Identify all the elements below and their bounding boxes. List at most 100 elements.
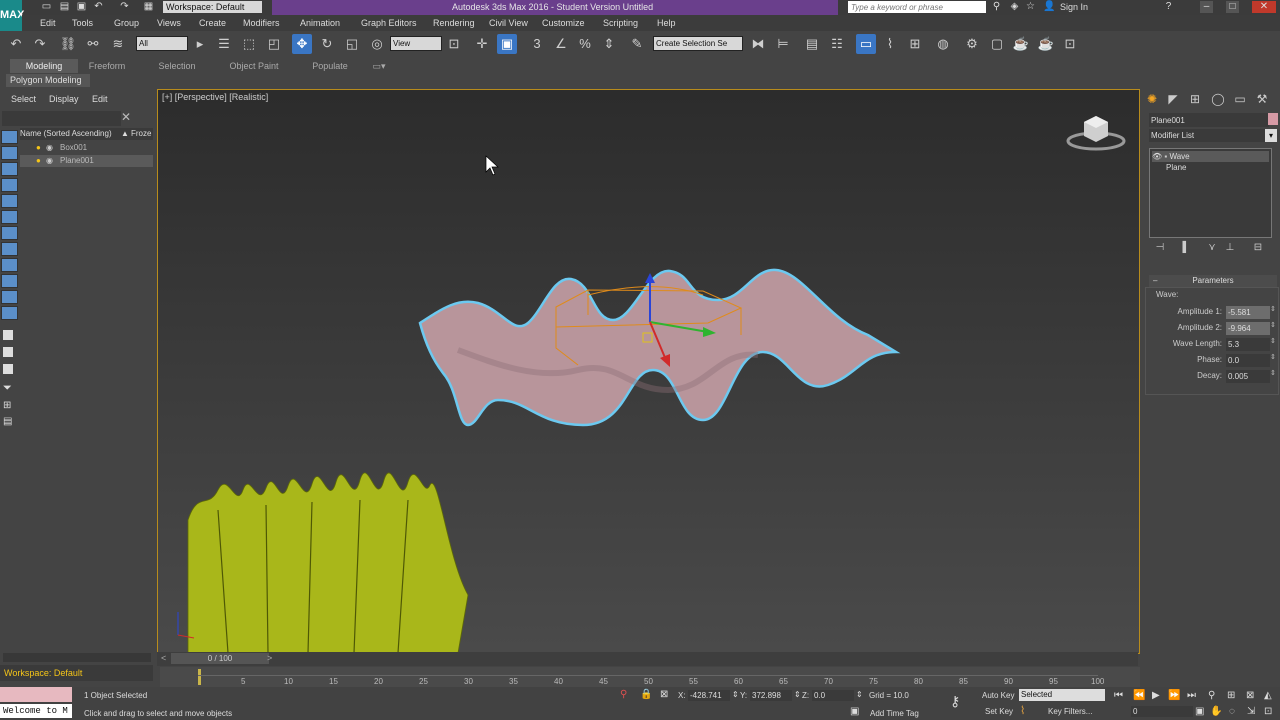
redo-icon[interactable]: ↷: [30, 34, 50, 54]
window-crossing-icon[interactable]: ◰: [264, 34, 284, 54]
project-folder-icon[interactable]: ▦: [142, 1, 155, 13]
modifier-on-off-icon[interactable]: 👁: [1152, 152, 1162, 161]
zoom-icon[interactable]: ⚲: [1208, 690, 1215, 701]
curve-editor-icon[interactable]: ⌇: [880, 34, 900, 54]
perspective-viewport[interactable]: [+] [Perspective] [Realistic]: [157, 89, 1140, 654]
redo-quick-icon[interactable]: ↷: [118, 1, 131, 13]
display-bones-icon[interactable]: [1, 306, 18, 320]
tab-selection[interactable]: Selection: [146, 59, 208, 73]
scene-explorer-filter-input[interactable]: [2, 111, 121, 126]
set-keys-icon[interactable]: ⌇: [1020, 704, 1025, 717]
amplitude1-spinner[interactable]: ⇕: [1270, 305, 1276, 313]
object-color-swatch[interactable]: [1268, 113, 1278, 125]
zoom-extents-icon[interactable]: ⊞: [1227, 690, 1235, 701]
ribbon-toggle-icon[interactable]: ▭: [856, 34, 876, 54]
expand-icon[interactable]: ▪: [1164, 152, 1167, 161]
undo-quick-icon[interactable]: ↶: [92, 1, 105, 13]
menu-tools[interactable]: Tools: [72, 15, 93, 31]
chevron-down-icon[interactable]: ▾: [1265, 129, 1277, 142]
object-name-field[interactable]: [1149, 113, 1269, 127]
display-shapes-icon[interactable]: [1, 194, 18, 208]
close-icon[interactable]: ✕: [1252, 1, 1276, 13]
maxscript-console-field[interactable]: Welcome to M: [0, 704, 72, 718]
z-coordinate-field[interactable]: 0.0: [812, 690, 854, 701]
set-key-button[interactable]: Set Key: [985, 707, 1013, 716]
select-and-place-icon[interactable]: ◎: [367, 34, 387, 54]
x-spinner[interactable]: ⇕: [732, 690, 739, 699]
material-editor-icon[interactable]: ◍: [933, 34, 953, 54]
keyboard-shortcut-override-icon[interactable]: ▣: [497, 34, 517, 54]
unlink-icon[interactable]: ⚯: [83, 34, 103, 54]
save-icon[interactable]: ▣: [75, 1, 88, 13]
z-spinner[interactable]: ⇕: [856, 690, 863, 699]
y-spinner[interactable]: ⇕: [794, 690, 801, 699]
next-key-icon[interactable]: ⏩: [1168, 690, 1180, 701]
zoom-extents-all-icon[interactable]: ⊠: [1246, 690, 1254, 701]
ribbon-options-icon[interactable]: ▭▾: [368, 59, 390, 73]
list-item[interactable]: ● ◉ Plane001: [20, 155, 153, 167]
modify-tab-icon[interactable]: ◤: [1164, 91, 1182, 107]
spinner-snap-icon[interactable]: ⇕: [599, 34, 619, 54]
viewcube-icon[interactable]: [1066, 116, 1126, 151]
display-helpers-icon[interactable]: [1, 242, 18, 256]
name-column-header[interactable]: Name (Sorted Ascending): [20, 129, 112, 138]
prev-frame-icon[interactable]: <: [161, 653, 166, 663]
time-configuration-icon[interactable]: ▣: [1195, 706, 1204, 717]
schematic-view-icon[interactable]: ⊞: [905, 34, 925, 54]
tab-populate[interactable]: Populate: [300, 59, 360, 73]
parameters-rollout-header[interactable]: – Parameters: [1149, 275, 1277, 287]
hierarchy-tab-icon[interactable]: ⊞: [1186, 91, 1204, 107]
amplitude1-field[interactable]: [1226, 306, 1270, 319]
decay-spinner[interactable]: ⇕: [1270, 369, 1276, 377]
workspace-dropdown[interactable]: Workspace: Default: [163, 1, 262, 13]
isolate-selection-icon[interactable]: ⚲: [620, 689, 627, 700]
configure-modifier-sets-icon[interactable]: ⊟: [1249, 240, 1267, 256]
box001-wave-object[interactable]: [187, 472, 469, 653]
absolute-mode-icon[interactable]: ⊠: [660, 689, 668, 700]
binoculars-icon[interactable]: ⚲: [990, 1, 1003, 13]
x-coordinate-field[interactable]: -428.741: [688, 690, 730, 701]
list-item[interactable]: ● ◉ Box001: [20, 142, 153, 154]
next-frame-icon[interactable]: >: [267, 653, 272, 663]
go-to-start-icon[interactable]: ⏮: [1114, 690, 1123, 701]
key-mode-dropdown[interactable]: Selected: [1019, 689, 1105, 701]
go-to-end-icon[interactable]: ⏭: [1187, 690, 1196, 701]
play-icon[interactable]: ▶: [1152, 690, 1160, 701]
make-unique-icon[interactable]: ⋎: [1203, 240, 1221, 256]
display-groups-icon[interactable]: [1, 274, 18, 288]
bind-space-warp-icon[interactable]: ≋: [108, 34, 128, 54]
select-and-scale-icon[interactable]: ◱: [342, 34, 362, 54]
display-influences-icon[interactable]: [3, 347, 13, 357]
display-geometry-icon[interactable]: [1, 178, 18, 192]
display-xrefs-icon[interactable]: [1, 290, 18, 304]
render-production-icon[interactable]: ☕: [1011, 34, 1031, 54]
maximize-viewport-icon[interactable]: ⊡: [1264, 706, 1272, 717]
sign-in-link[interactable]: Sign In: [1060, 0, 1088, 15]
scene-explorer-display-menu[interactable]: Display: [49, 94, 79, 104]
rectangular-selection-icon[interactable]: ⬚: [239, 34, 259, 54]
stack-item-wave[interactable]: 👁 ▪ Wave: [1152, 151, 1269, 162]
pan-view-icon[interactable]: ✋: [1210, 706, 1222, 717]
menu-animation[interactable]: Animation: [300, 15, 340, 31]
time-slider-thumb[interactable]: 0 / 100: [171, 653, 269, 664]
wave-length-field[interactable]: [1226, 338, 1270, 351]
display-all-icon[interactable]: [1, 146, 18, 160]
display-children-icon[interactable]: [3, 330, 13, 340]
walk-through-icon[interactable]: ⇲: [1247, 706, 1255, 717]
create-tab-icon[interactable]: ✺: [1143, 91, 1161, 107]
pin-stack-icon[interactable]: ⊣: [1151, 240, 1169, 256]
key-filters-button[interactable]: Key Filters...: [1048, 707, 1092, 716]
display-none-icon[interactable]: [1, 130, 18, 144]
menu-rendering[interactable]: Rendering: [433, 15, 475, 31]
time-slider[interactable]: < 0 / 100 >: [157, 652, 1138, 666]
layer-icon[interactable]: ▤: [3, 416, 12, 427]
menu-create[interactable]: Create: [199, 15, 226, 31]
viewport-scene[interactable]: [158, 90, 1139, 653]
render-iterative-icon[interactable]: ☕: [1036, 34, 1056, 54]
phase-field[interactable]: [1226, 354, 1270, 367]
render-setup-icon[interactable]: ⚙: [962, 34, 982, 54]
orbit-icon[interactable]: ◌: [1229, 706, 1235, 717]
scene-explorer-workspace-dropdown[interactable]: Workspace: Default: [0, 665, 153, 681]
display-cameras-icon[interactable]: [1, 226, 18, 240]
menu-graph-editors[interactable]: Graph Editors: [361, 15, 417, 31]
